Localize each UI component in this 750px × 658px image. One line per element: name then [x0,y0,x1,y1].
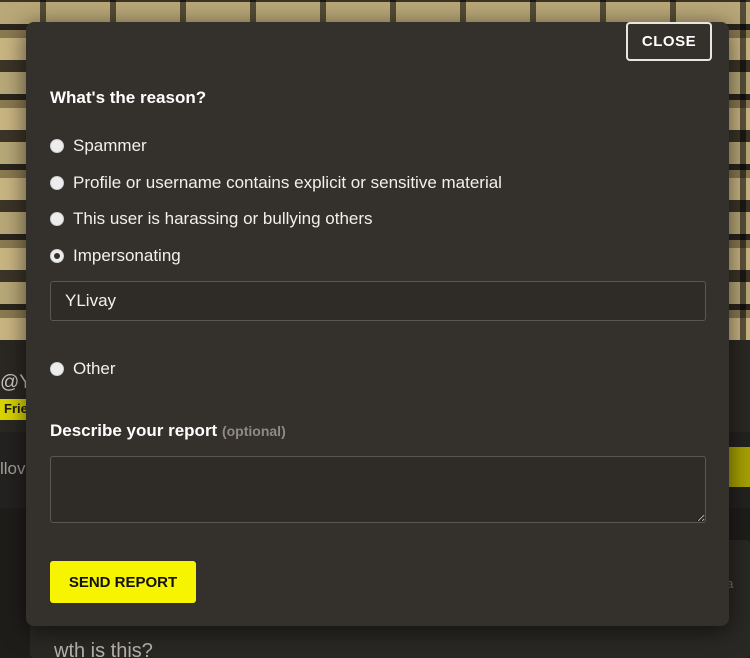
reason-option-impersonating[interactable]: Impersonating [50,245,181,267]
reason-option-label: This user is harassing or bullying other… [73,209,373,228]
radio-button[interactable] [50,176,64,190]
impersonated-user-input[interactable] [50,281,706,321]
reason-option-label: Profile or username contains explicit or… [73,173,502,192]
close-button[interactable]: CLOSE [626,22,712,61]
reason-option-explicit-material[interactable]: Profile or username contains explicit or… [50,172,502,194]
describe-report-label: Describe your report [50,421,218,440]
profile-tab-active-indicator [728,447,750,487]
radio-button[interactable] [50,362,64,376]
optional-hint: (optional) [221,423,286,439]
radio-button-selected[interactable] [50,249,64,263]
describe-report-title: Describe your report (optional) [50,421,286,441]
report-description-textarea[interactable] [50,456,706,523]
reason-option-spammer[interactable]: Spammer [50,135,147,157]
reason-option-harassing[interactable]: This user is harassing or bullying other… [50,208,373,230]
profile-tab-follow[interactable]: llov [0,459,26,479]
reason-option-label: Other [73,359,116,378]
reason-option-label: Impersonating [73,246,181,265]
reason-option-label: Spammer [73,136,147,155]
reason-option-other[interactable]: Other [50,358,116,380]
send-report-button[interactable]: SEND REPORT [50,561,196,603]
post-text: wth is this? [54,640,153,658]
radio-button[interactable] [50,139,64,153]
report-modal: CLOSE What's the reason? Spammer Profile… [26,22,729,626]
radio-button[interactable] [50,212,64,226]
close-button-label: CLOSE [641,33,697,50]
reason-question-title: What's the reason? [50,88,207,107]
